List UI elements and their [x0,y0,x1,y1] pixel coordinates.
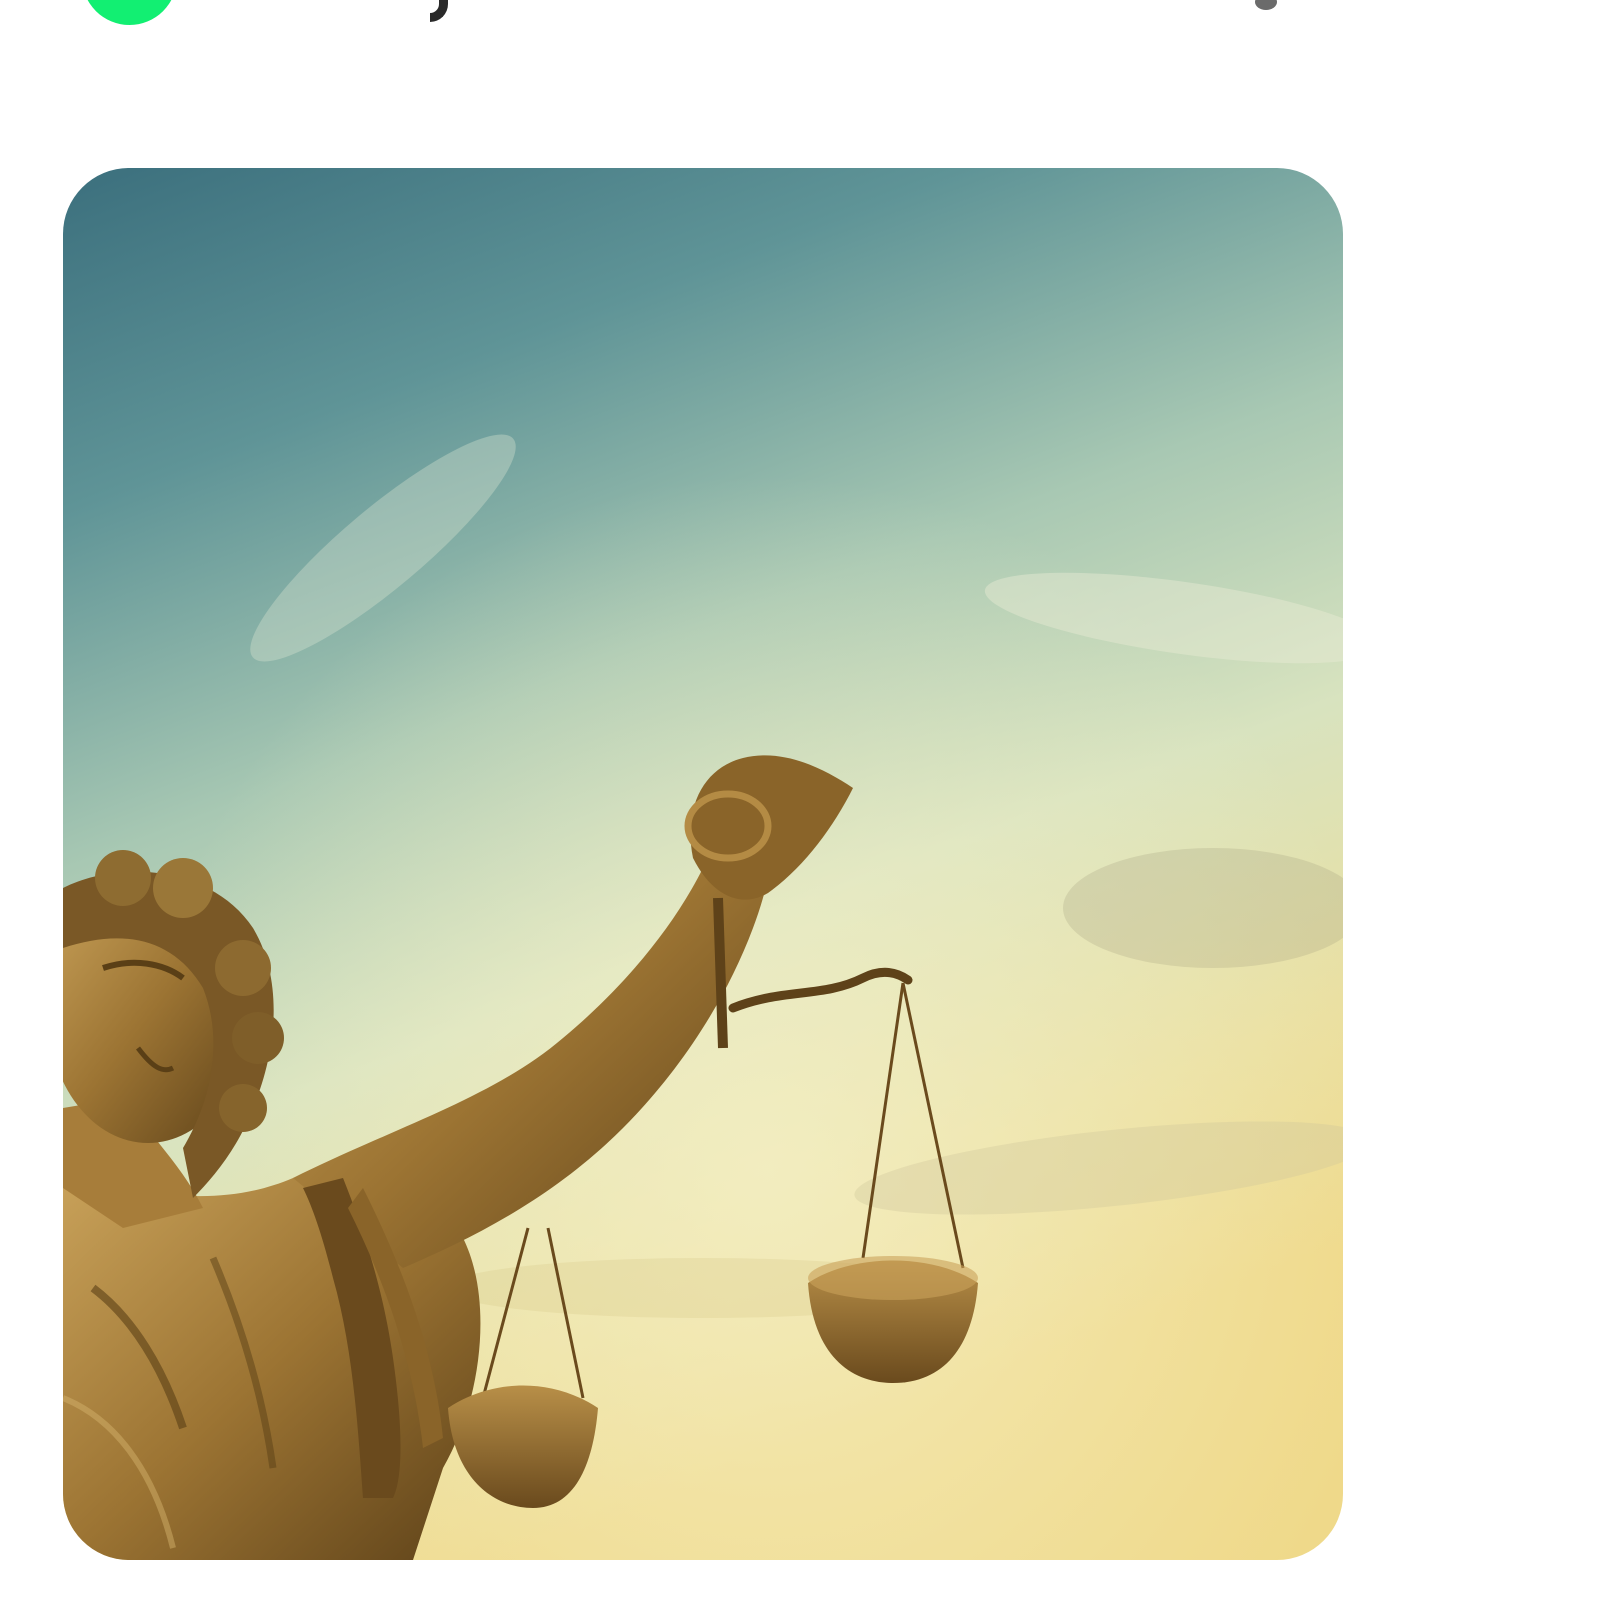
chat-header-partial [0,0,1600,60]
lady-justice-photo [63,168,1343,1560]
message-image-attachment[interactable] [63,168,1343,1560]
online-status-indicator [82,0,177,25]
header-text-fragment [1255,0,1277,10]
header-name-text-fragment [430,0,448,22]
